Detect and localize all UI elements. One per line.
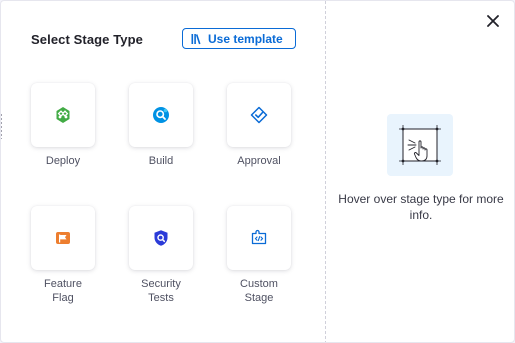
stage-label-feature-flag: Feature Flag xyxy=(44,278,82,304)
stage-label-security-tests: Security Tests xyxy=(141,278,181,304)
stage-label-approval: Approval xyxy=(237,155,281,167)
stage-card-build[interactable] xyxy=(129,83,193,147)
approval-icon xyxy=(250,106,268,124)
deploy-icon xyxy=(56,107,70,123)
hover-info-text: Hover over stage type for more info. xyxy=(338,192,504,222)
select-stage-dialog: Select Stage Type Use template Deploy Bu… xyxy=(0,0,515,343)
custom-stage-icon xyxy=(251,229,267,245)
use-template-label: Use template xyxy=(208,31,283,46)
template-library-icon xyxy=(191,33,201,44)
stage-card-approval[interactable] xyxy=(227,83,291,147)
stage-label-custom-stage: Custom Stage xyxy=(240,278,278,304)
feature-flag-icon xyxy=(56,232,70,244)
stage-card-deploy[interactable] xyxy=(31,83,95,147)
hover-pointer-illustration xyxy=(387,114,453,176)
stage-card-feature-flag[interactable] xyxy=(31,206,95,270)
close-icon xyxy=(487,15,499,27)
security-tests-icon xyxy=(154,230,168,246)
stage-type-panel: Select Stage Type Use template Deploy Bu… xyxy=(1,1,325,342)
stage-card-security-tests[interactable] xyxy=(129,206,193,270)
stage-label-build: Build xyxy=(148,155,174,167)
build-icon xyxy=(153,107,169,123)
use-template-button[interactable]: Use template xyxy=(182,28,296,49)
stage-card-custom-stage[interactable] xyxy=(227,206,291,270)
close-button[interactable] xyxy=(485,13,501,29)
stage-label-deploy: Deploy xyxy=(45,155,81,167)
drag-handle-icon[interactable] xyxy=(1,113,3,139)
dialog-title: Select Stage Type xyxy=(31,32,144,47)
